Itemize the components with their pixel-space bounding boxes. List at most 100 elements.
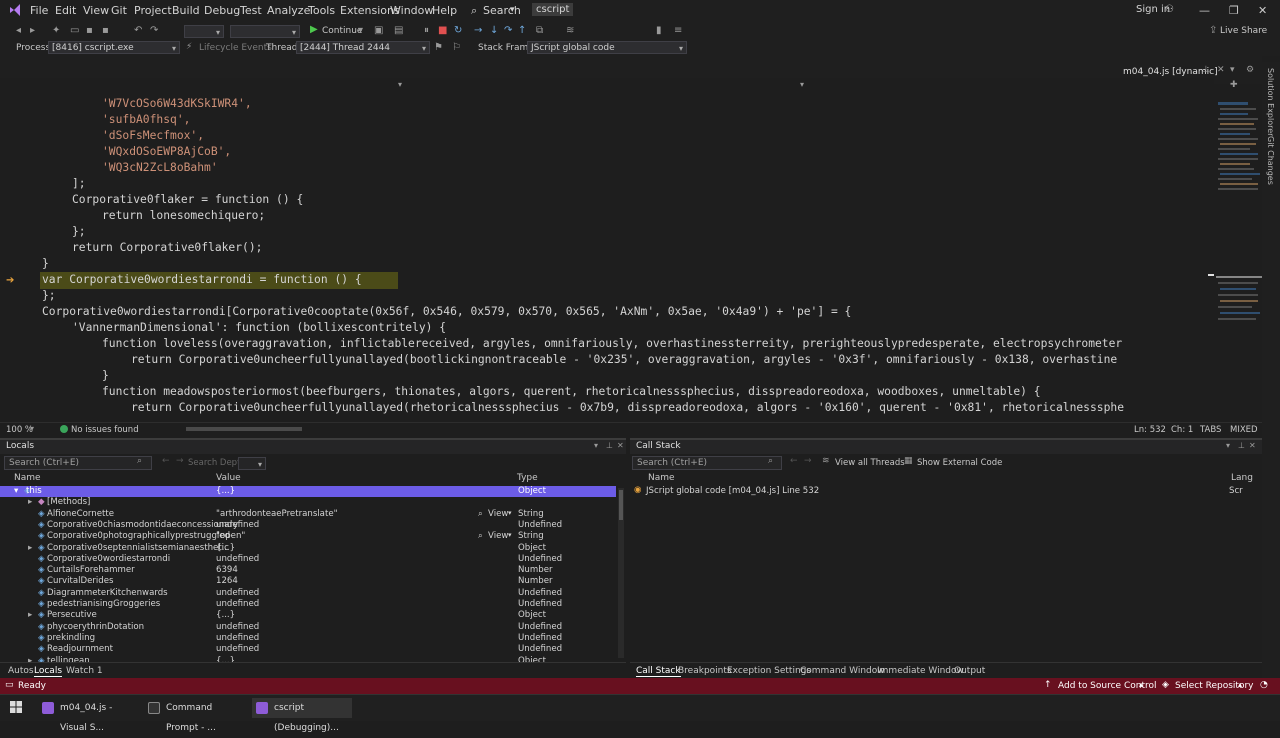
taskbar-command-prompt[interactable]: Command Prompt - ... bbox=[144, 698, 246, 733]
visualizer-dropdown-icon[interactable]: ▾ bbox=[508, 509, 512, 517]
code-editor[interactable]: ➔ 'W7VcOSo6W43dKSkIWR4', 'sufbA0fhsq', '… bbox=[0, 92, 1214, 422]
tab-watch-1[interactable]: Watch 1 bbox=[66, 666, 103, 676]
menu-analyze[interactable]: Analyze bbox=[267, 4, 310, 17]
local-value[interactable]: "arthrodonteaePretranslate" bbox=[216, 509, 338, 519]
source-control-dropdown-icon[interactable]: ▴ bbox=[1139, 680, 1143, 689]
flag-thread-icon[interactable]: ⚑ bbox=[434, 42, 443, 53]
search-forward-icon[interactable]: → bbox=[176, 456, 184, 466]
close-icon[interactable]: ✕ bbox=[1258, 4, 1267, 17]
repository-dropdown-icon[interactable]: ▴ bbox=[1238, 680, 1242, 689]
locals-scrollbar[interactable] bbox=[618, 488, 624, 658]
call-stack-row[interactable]: ◉ JScript global code [m04_04.js] Line 5… bbox=[630, 485, 1262, 497]
local-value[interactable]: {...} bbox=[216, 610, 235, 620]
local-value[interactable]: undefined bbox=[216, 554, 259, 564]
tab-exception-settings[interactable]: Exception Settings bbox=[727, 666, 811, 676]
col-header-name[interactable]: Name bbox=[648, 473, 675, 483]
continue-button[interactable]: Continue bbox=[322, 26, 362, 36]
solution-platform-dropdown[interactable] bbox=[230, 25, 300, 38]
table-row[interactable]: ◈ AlfioneCornette "arthrodonteaePretransla… bbox=[0, 509, 616, 520]
table-row[interactable]: ◈ CurtailsForehammer 6394 Number bbox=[0, 565, 616, 576]
tab-command-window[interactable]: Command Window bbox=[800, 666, 885, 676]
visualizer-dropdown-icon[interactable]: ▾ bbox=[508, 531, 512, 539]
close-panel-icon[interactable]: ✕ bbox=[617, 441, 624, 450]
search-icon[interactable]: ⌕ bbox=[471, 4, 477, 18]
collapse-chevron-icon[interactable]: ▾ bbox=[14, 486, 18, 496]
menu-git[interactable]: Git bbox=[111, 4, 127, 17]
local-value[interactable]: 6394 bbox=[216, 565, 238, 575]
search-icon[interactable]: ⌕ bbox=[768, 456, 773, 466]
search-back-icon[interactable]: ← bbox=[162, 456, 170, 466]
redo-icon[interactable]: ↷ bbox=[150, 25, 158, 36]
close-panel-icon[interactable]: ✕ bbox=[1249, 441, 1256, 450]
local-value[interactable]: "open" bbox=[216, 531, 245, 541]
continue-play-icon[interactable]: ▶ bbox=[310, 24, 318, 35]
expand-chevron-icon[interactable]: ▸ bbox=[28, 543, 32, 553]
solution-config-dropdown[interactable] bbox=[184, 25, 224, 38]
thread-dropdown[interactable]: [2444] Thread 2444 bbox=[296, 41, 430, 54]
source-control-up-icon[interactable]: ↑ bbox=[1044, 680, 1052, 690]
pin-tab-icon[interactable]: ⊥ bbox=[1202, 65, 1210, 75]
local-value[interactable]: undefined bbox=[216, 599, 259, 609]
tab-output[interactable]: Output bbox=[954, 666, 985, 676]
col-header-language[interactable]: Lang bbox=[1231, 473, 1253, 483]
horizontal-scrollbar[interactable] bbox=[186, 427, 302, 431]
line-number[interactable]: Ln: 532 bbox=[1134, 425, 1166, 435]
local-value[interactable]: undefined bbox=[216, 622, 259, 632]
menu-tools[interactable]: Tools bbox=[308, 4, 335, 17]
tab-locals[interactable]: Locals bbox=[34, 666, 63, 677]
pin-panel-icon[interactable]: ⊥ bbox=[606, 441, 613, 450]
text-visualizer-button[interactable]: View bbox=[488, 531, 508, 541]
forward-icon[interactable]: ▸ bbox=[30, 25, 35, 36]
search-depth-dropdown[interactable] bbox=[238, 457, 266, 470]
table-row[interactable]: ◈ prekindling undefined Undefined bbox=[0, 633, 616, 644]
expand-chevron-icon[interactable]: ▸ bbox=[28, 497, 32, 507]
search-back-icon[interactable]: ← bbox=[790, 456, 798, 466]
expand-chevron-icon[interactable]: ▸ bbox=[28, 610, 32, 620]
table-row[interactable]: ◈ Corporative0chiasmodontidaeconcessionar… bbox=[0, 520, 616, 531]
table-row[interactable]: ▸ ◈ Corporative0septennialistsemianaesthet… bbox=[0, 543, 616, 554]
tab-immediate-window[interactable]: Immediate Window bbox=[877, 666, 964, 676]
split-window-icon[interactable]: ✚ bbox=[1230, 80, 1238, 90]
minimize-icon[interactable]: — bbox=[1199, 4, 1210, 17]
table-row[interactable]: ◈ pedestrianisingGroggeries undefined Undef… bbox=[0, 599, 616, 610]
menu-debug[interactable]: Debug bbox=[204, 4, 240, 17]
back-icon[interactable]: ◂ bbox=[16, 25, 21, 36]
search-forward-icon[interactable]: → bbox=[804, 456, 812, 466]
hot-reload-icon[interactable]: ▣ bbox=[374, 25, 383, 36]
local-value[interactable]: undefined bbox=[216, 588, 259, 598]
account-icon[interactable]: ⚇ bbox=[1165, 4, 1174, 15]
table-row[interactable]: ▸ ◈ Persecutive {...} Object bbox=[0, 610, 616, 621]
threads-icon[interactable]: ≋ bbox=[566, 25, 574, 36]
menu-build[interactable]: Build bbox=[172, 4, 200, 17]
col-header-name[interactable]: Name bbox=[14, 473, 41, 483]
panel-menu-icon[interactable]: ▾ bbox=[1226, 441, 1230, 450]
hex-display-icon[interactable]: ⧉ bbox=[536, 25, 543, 36]
menu-search-arrow[interactable]: ▾ bbox=[510, 5, 515, 15]
live-share-button[interactable]: Live Share bbox=[1220, 26, 1267, 36]
settings-icon[interactable]: ⚙ bbox=[1246, 65, 1254, 75]
breakpoint-arrow-icon[interactable]: ➔ bbox=[6, 275, 14, 286]
nav-dropdown-icon[interactable]: ▾ bbox=[800, 80, 804, 89]
menu-test[interactable]: Test bbox=[240, 4, 262, 17]
local-value[interactable]: undefined bbox=[216, 644, 259, 654]
text-visualizer-button[interactable]: View bbox=[488, 509, 508, 519]
menu-edit[interactable]: Edit bbox=[55, 4, 76, 17]
tab-call-stack[interactable]: Call Stack bbox=[636, 666, 681, 677]
table-row[interactable]: ◈ Corporative0photographicallyprestruggle… bbox=[0, 531, 616, 542]
show-next-statement-icon[interactable]: → bbox=[474, 25, 482, 36]
tab-list-icon[interactable]: ▾ bbox=[1230, 65, 1235, 75]
col-header-value[interactable]: Value bbox=[216, 473, 241, 483]
view-all-threads-button[interactable]: View all Threads bbox=[835, 458, 905, 468]
save-icon[interactable]: ▪ bbox=[86, 25, 93, 36]
continue-dropdown-icon[interactable]: ▾ bbox=[358, 25, 363, 36]
nav-dropdown-icon[interactable]: ▾ bbox=[398, 80, 402, 89]
issues-status[interactable]: No issues found bbox=[71, 425, 139, 435]
line-ending-mode[interactable]: MIXED bbox=[1230, 425, 1258, 435]
stack-frame-dropdown[interactable]: JScript global code bbox=[527, 41, 687, 54]
text-visualizer-icon[interactable]: ⌕ bbox=[478, 531, 483, 541]
table-row[interactable]: ◈ Corporative0wordiestarrondi undefined Und… bbox=[0, 554, 616, 565]
windows-start-icon[interactable] bbox=[10, 701, 22, 713]
open-file-icon[interactable]: ▭ bbox=[70, 25, 79, 36]
toggle-flagged-icon[interactable]: ⚐ bbox=[452, 42, 461, 53]
git-changes-tab[interactable]: Git Changes bbox=[1266, 136, 1275, 185]
